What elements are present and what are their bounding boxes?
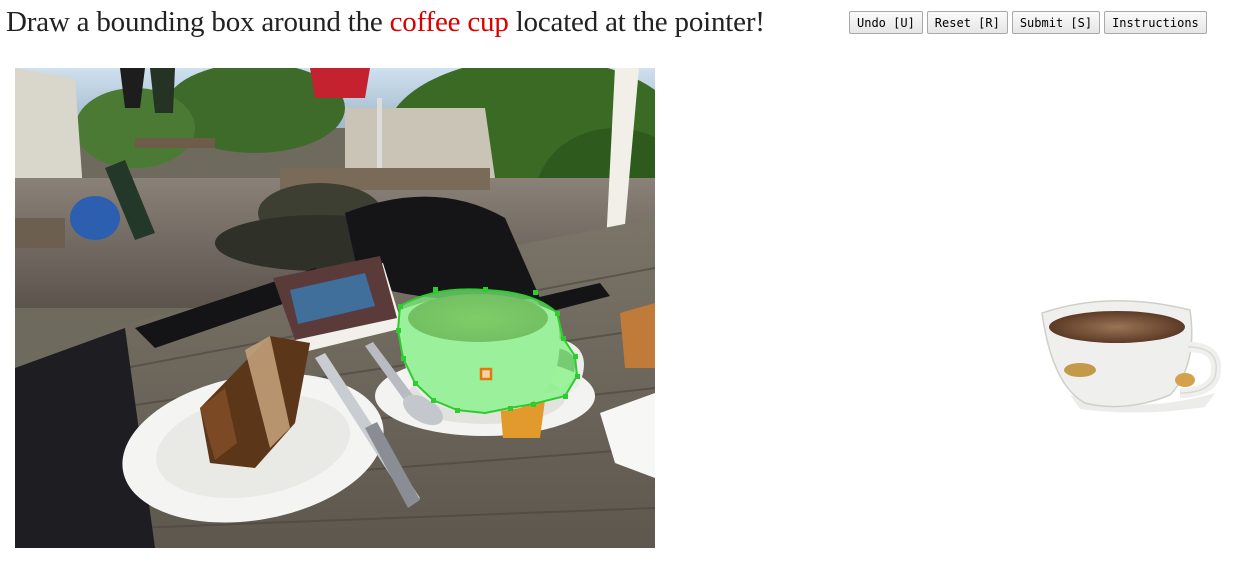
toolbar: Undo [U] Reset [R] Submit [S] Instructio… [849, 11, 1207, 34]
undo-button[interactable]: Undo [U] [849, 11, 923, 34]
annotation-canvas[interactable] [15, 68, 655, 548]
target-label: coffee cup [389, 5, 509, 38]
instructions-button[interactable]: Instructions [1104, 11, 1207, 34]
scene-photo [15, 68, 655, 548]
prompt-after: located at the pointer! [508, 5, 765, 38]
target-preview [1030, 285, 1230, 420]
task-prompt: Draw a bounding box around the coffee cu… [6, 6, 765, 39]
pointer-marker [479, 367, 493, 381]
reset-button[interactable]: Reset [R] [926, 11, 1008, 34]
header: Draw a bounding box around the coffee cu… [6, 0, 765, 44]
cup-preview-image [1041, 299, 1222, 413]
prompt-before: Draw a bounding box around the [6, 5, 390, 38]
submit-button[interactable]: Submit [S] [1011, 11, 1101, 34]
